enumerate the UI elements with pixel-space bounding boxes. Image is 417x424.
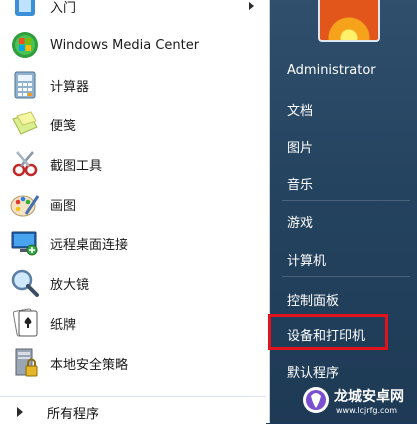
place-item-games[interactable]: 游戏 [287,212,313,231]
user-picture-avatar[interactable] [318,0,380,42]
sticky-notes-icon [10,109,40,139]
program-item-remote-desktop[interactable]: 远程桌面连接 [0,225,266,261]
place-item-control-panel[interactable]: 控制面板 [287,290,339,309]
place-item-administrator[interactable]: Administrator [287,63,376,78]
paint-icon [10,189,40,219]
remote-desktop-icon [10,228,40,258]
programs-panel: 入门 Windows Media Center 计算器 便笺 截图工具 画图 远… [0,0,270,424]
program-label: 纸牌 [50,317,77,333]
program-label: 入门 [50,0,77,16]
separator [282,200,410,201]
magnifier-icon [10,268,40,298]
separator [282,276,410,277]
expand-arrow-icon [17,407,23,417]
program-item-calculator[interactable]: 计算器 [0,67,266,103]
place-item-pictures[interactable]: 图片 [287,137,313,156]
place-item-default-programs[interactable]: 默认程序 [287,362,339,381]
place-item-computer[interactable]: 计算机 [287,250,326,269]
local-security-policy-icon [10,348,40,378]
program-label: Windows Media Center [50,37,200,53]
solitaire-icon [10,308,40,338]
all-programs-button[interactable]: 所有程序 [0,396,266,424]
watermark-url: www.lcjrfg.com [336,406,398,415]
watermark: 龙城安卓网 www.lcjrfg.com [302,384,417,423]
program-label: 远程桌面连接 [50,237,129,253]
program-item-magnifier[interactable]: 放大镜 [0,265,266,301]
program-label: 放大镜 [50,277,90,293]
program-item-getting-started[interactable]: 入门 [0,0,266,24]
program-label: 画图 [50,198,77,214]
program-item-sticky-notes[interactable]: 便笺 [0,106,266,142]
all-programs-label: 所有程序 [47,407,100,422]
program-item-snipping-tool[interactable]: 截图工具 [0,146,266,182]
program-item-solitaire[interactable]: 纸牌 [0,305,266,341]
watermark-name: 龙城安卓网 [334,389,404,405]
getting-started-icon [10,0,40,21]
program-label: 本地安全策略 [50,357,129,373]
program-item-local-security-policy[interactable]: 本地安全策略 [0,345,266,381]
calculator-icon [10,70,40,100]
program-label: 截图工具 [50,158,103,174]
watermark-logo-icon [303,387,329,413]
program-item-paint[interactable]: 画图 [0,186,266,222]
place-item-documents[interactable]: 文档 [287,100,313,119]
program-item-windows-media-center[interactable]: Windows Media Center [0,27,266,63]
program-label: 计算器 [50,79,90,95]
place-item-music[interactable]: 音乐 [287,174,313,193]
red-highlight-box [268,314,388,350]
program-label: 便笺 [50,118,77,134]
snipping-tool-icon [10,149,40,179]
submenu-arrow-icon [249,2,254,10]
windows-media-center-icon [10,30,40,60]
